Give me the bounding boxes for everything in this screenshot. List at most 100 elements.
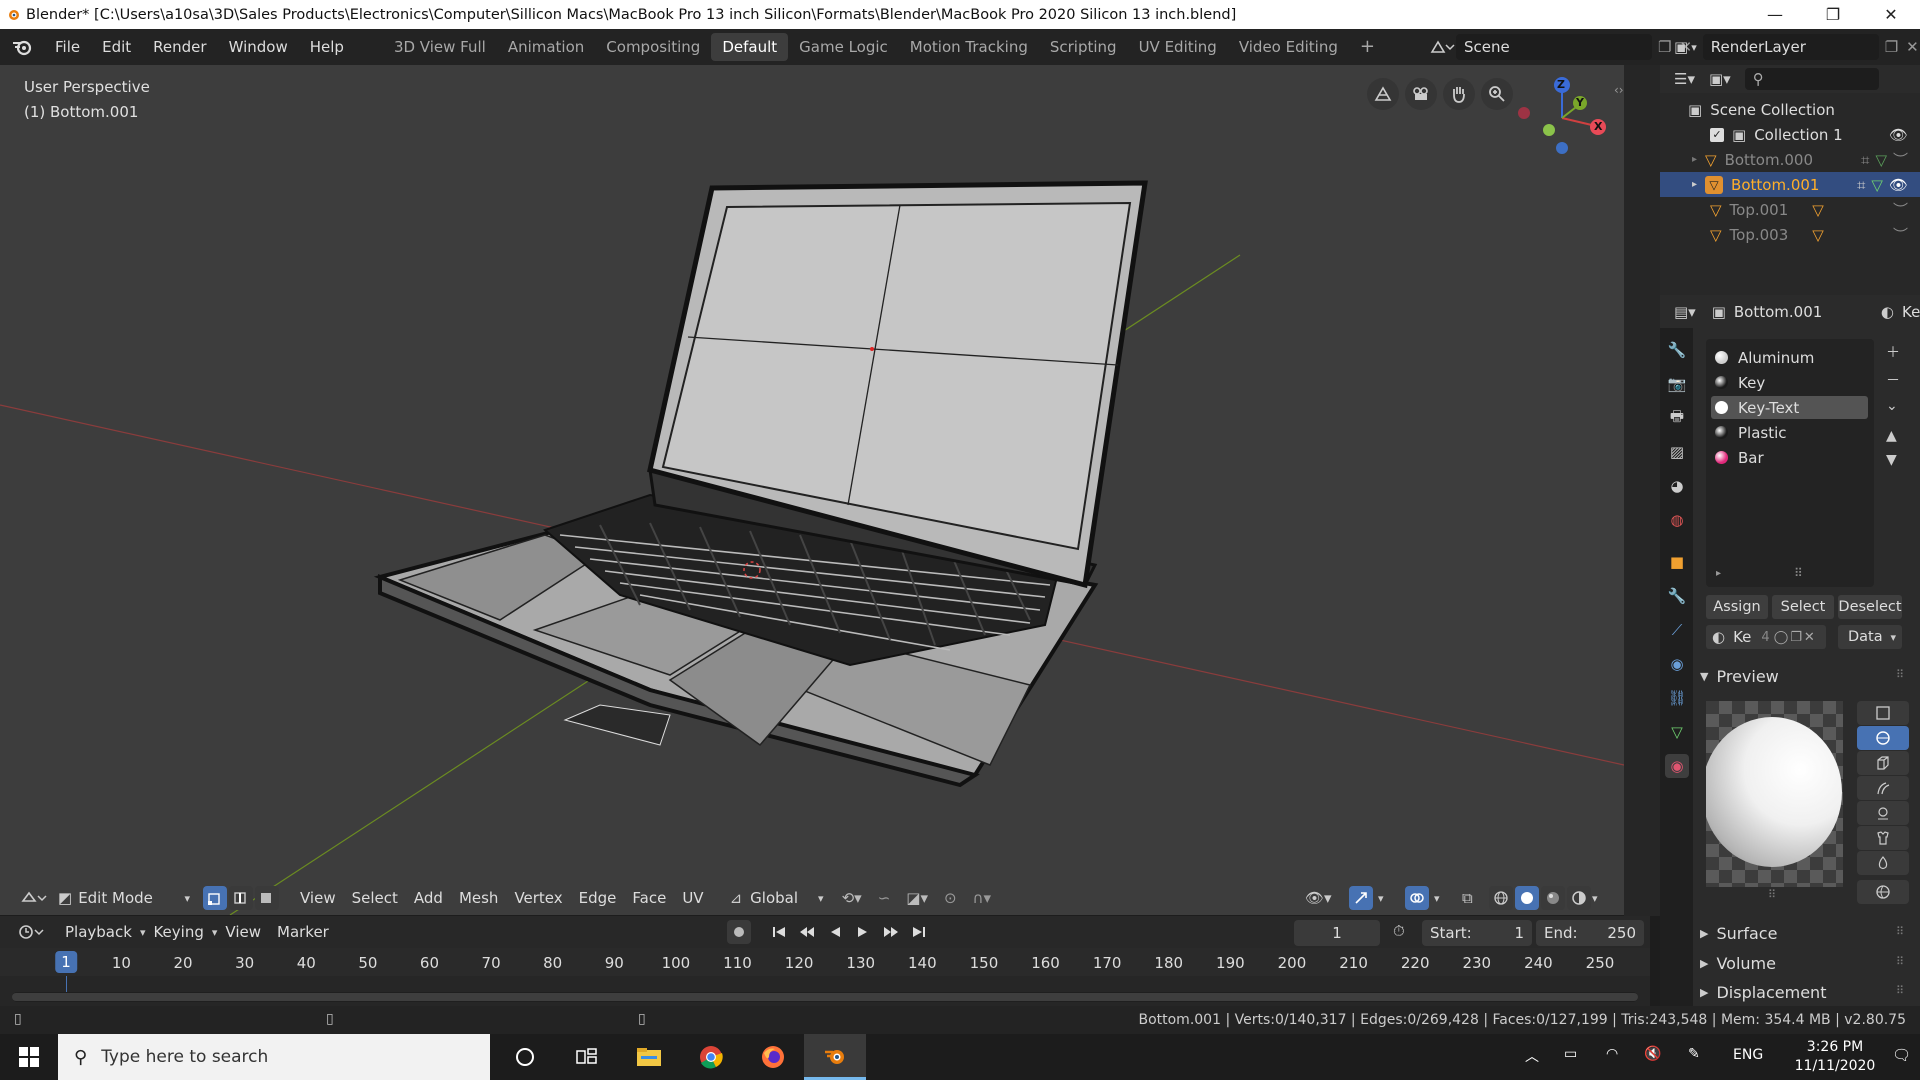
wifi-icon[interactable]: ◠ xyxy=(1606,1046,1618,1062)
add-workspace-button[interactable]: + xyxy=(1349,33,1386,61)
pen-workspace-icon[interactable]: ✎ xyxy=(1688,1046,1700,1062)
falloff-icon[interactable]: ∩▾ xyxy=(965,884,1000,912)
constraints-tab-icon[interactable]: ⛓ xyxy=(1665,686,1689,710)
menu-timeline-view[interactable]: View xyxy=(217,918,269,946)
start-frame-field[interactable]: Start: 1 xyxy=(1422,920,1532,946)
taskbar-clock[interactable]: 3:26 PM 11/11/2020 xyxy=(1790,1038,1880,1076)
tab-3d-view-full[interactable]: 3D View Full xyxy=(383,33,497,61)
menu-render[interactable]: Render xyxy=(142,29,217,65)
scene-copy-icon[interactable]: ❐ xyxy=(1658,38,1671,56)
preview-cloth-icon[interactable] xyxy=(1857,826,1909,850)
editor-type-icon[interactable] xyxy=(15,886,53,910)
menu-playback[interactable]: Playback xyxy=(57,918,140,946)
timeline-area[interactable]: 1 10 20 30 40 50 60 70 80 90 100 110 120 130 140 150 160… xyxy=(0,948,1650,1010)
current-frame-field[interactable]: 1 xyxy=(1294,920,1380,946)
jump-keyframe-back-icon[interactable] xyxy=(795,920,819,944)
jump-keyframe-forward-icon[interactable] xyxy=(879,920,903,944)
end-frame-field[interactable]: End: 250 xyxy=(1536,920,1644,946)
menu-edit[interactable]: Edit xyxy=(91,29,142,65)
stopwatch-icon[interactable]: ⏱ xyxy=(1393,922,1405,940)
pan-hand-icon[interactable] xyxy=(1443,78,1475,110)
battery-icon[interactable]: ▭ xyxy=(1564,1046,1577,1062)
navigation-gizmo[interactable]: Z Y X xyxy=(1512,73,1607,168)
material-slot-aluminum[interactable]: Aluminum xyxy=(1711,346,1868,369)
select-button[interactable]: Select xyxy=(1772,595,1834,619)
renderlayer-name-field[interactable]: RenderLayer xyxy=(1702,34,1879,60)
blender-taskbar-icon[interactable] xyxy=(804,1034,866,1080)
show-gizmo-icon[interactable] xyxy=(1349,886,1373,910)
eye-visible-icon[interactable]: 👁 xyxy=(1889,126,1908,144)
tab-default[interactable]: Default xyxy=(711,33,789,61)
firefox-icon[interactable] xyxy=(742,1034,804,1080)
material-slot-bar[interactable]: Bar xyxy=(1711,446,1868,469)
material-preview-shading-icon[interactable] xyxy=(1541,886,1565,910)
output-tab-icon[interactable]: 🖶 xyxy=(1665,406,1689,430)
transform-orientation-dropdown[interactable]: ⊿ Global ▾ xyxy=(730,889,824,907)
jump-start-icon[interactable] xyxy=(767,920,791,944)
tab-compositing[interactable]: Compositing xyxy=(595,33,711,61)
renderlayer-selector[interactable]: ▣ ▾ RenderLayer ❐ ✕ xyxy=(1674,34,1919,60)
preview-hair-icon[interactable] xyxy=(1857,776,1909,800)
chevron-down-icon[interactable]: ▾ xyxy=(1378,892,1384,905)
eye-hidden-icon[interactable]: ︶ xyxy=(1893,199,1908,220)
menu-marker[interactable]: Marker xyxy=(269,918,337,946)
outliner-editor-icon[interactable]: ☰▾ xyxy=(1674,70,1695,88)
preview-world-icon[interactable] xyxy=(1857,880,1909,904)
particles-tab-icon[interactable]: ⟋ xyxy=(1665,618,1689,642)
data-tab-icon[interactable]: ▽ xyxy=(1665,720,1689,744)
menu-file[interactable]: File xyxy=(44,29,91,65)
preview-panel-header[interactable]: ▼ Preview xyxy=(1700,664,1779,688)
material-slot-key[interactable]: Key xyxy=(1711,371,1868,394)
drag-handle-icon[interactable]: ⠿ xyxy=(1896,984,1904,997)
tool-tab-icon[interactable]: 🔧 xyxy=(1665,338,1689,362)
menu-keying[interactable]: Keying xyxy=(145,918,211,946)
renderlayer-remove-icon[interactable]: ✕ xyxy=(1906,38,1919,56)
chrome-icon[interactable] xyxy=(680,1034,742,1080)
notifications-icon[interactable]: 🗨 xyxy=(1892,1046,1911,1064)
slot-specials-icon[interactable]: ⌄ xyxy=(1886,398,1900,414)
display-mode-icon[interactable]: ▣▾ xyxy=(1709,70,1731,88)
preview-flat-icon[interactable] xyxy=(1857,701,1909,725)
wireframe-shading-icon[interactable] xyxy=(1489,886,1513,910)
minimize-button[interactable]: — xyxy=(1746,0,1804,29)
camera-icon[interactable] xyxy=(1405,78,1437,110)
material-datablock-field[interactable]: ◐ Ke 4 ◯ ❐ ✕ xyxy=(1706,625,1826,649)
preview-resize-icon[interactable]: ⠿ xyxy=(1768,888,1776,901)
menu-uv[interactable]: UV xyxy=(674,884,711,912)
displacement-panel-header[interactable]: ▶ Displacement xyxy=(1700,980,1826,1004)
play-icon[interactable] xyxy=(851,920,875,944)
preview-fluid-icon[interactable] xyxy=(1857,851,1909,875)
scene-tab-icon[interactable]: ◕ xyxy=(1665,474,1689,498)
material-slot-key-text[interactable]: Key-Text xyxy=(1711,396,1868,419)
physics-tab-icon[interactable]: ◉ xyxy=(1665,652,1689,676)
zoom-icon[interactable] xyxy=(1481,78,1513,110)
tab-scripting[interactable]: Scripting xyxy=(1039,33,1128,61)
expand-list-icon[interactable]: ▸ xyxy=(1716,568,1721,579)
menu-mesh[interactable]: Mesh xyxy=(451,884,507,912)
menu-face[interactable]: Face xyxy=(624,884,674,912)
eye-hidden-icon[interactable]: ︶ xyxy=(1893,224,1908,245)
unlink-icon[interactable]: ✕ xyxy=(1804,630,1815,645)
drag-handle-icon[interactable]: ⠿ xyxy=(1896,925,1904,938)
duplicate-icon[interactable]: ❐ xyxy=(1790,630,1802,645)
preview-cube-icon[interactable] xyxy=(1857,751,1909,775)
scene-name-field[interactable]: Scene xyxy=(1456,34,1652,60)
move-down-icon[interactable]: ▼ xyxy=(1886,452,1900,468)
menu-view[interactable]: View xyxy=(292,884,344,912)
material-slot-plastic[interactable]: Plastic xyxy=(1711,421,1868,444)
outliner-scene-collection[interactable]: ▣ Scene Collection xyxy=(1660,97,1920,122)
preview-sphere-icon[interactable] xyxy=(1857,726,1909,750)
menu-edge[interactable]: Edge xyxy=(571,884,625,912)
outliner-item-bottom000[interactable]: ▸ ▽ Bottom.000 ⌗ ▽ ︶ xyxy=(1660,147,1920,172)
volume-muted-icon[interactable]: 🔇 xyxy=(1644,1046,1661,1062)
taskbar-search-box[interactable]: ⚲ Type here to search xyxy=(58,1034,490,1080)
record-keyframe-icon[interactable] xyxy=(727,920,751,944)
chevron-down-icon[interactable]: ▾ xyxy=(1434,892,1440,905)
sidebar-toggle-icon[interactable]: ‹› xyxy=(1614,83,1624,97)
checkbox-checked-icon[interactable]: ✓ xyxy=(1710,127,1724,142)
assign-button[interactable]: Assign xyxy=(1706,595,1768,619)
tab-video-editing[interactable]: Video Editing xyxy=(1228,33,1349,61)
edge-select-mode-icon[interactable] xyxy=(229,886,253,910)
drag-handle-icon[interactable]: ⠿ xyxy=(1896,668,1904,681)
properties-editor-icon[interactable]: ▤▾ xyxy=(1674,303,1696,321)
